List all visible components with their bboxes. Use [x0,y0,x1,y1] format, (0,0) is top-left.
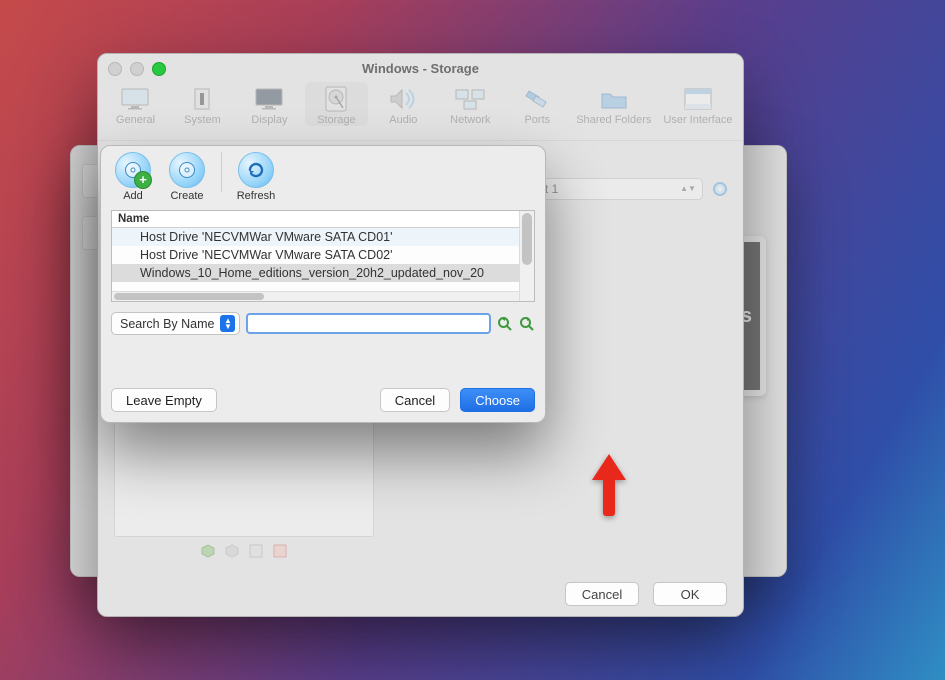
display-icon [255,88,283,110]
create-disk-button[interactable]: Create [161,152,213,202]
add-disk-button[interactable]: + Add [107,152,159,202]
annotation-arrow [592,454,624,518]
choose-disk-icon[interactable] [713,182,727,196]
list-item[interactable]: Windows_10_Home_editions_version_20h2_up… [112,264,519,282]
leave-empty-button[interactable]: Leave Empty [111,388,217,412]
refresh-button[interactable]: Refresh [230,152,282,202]
list-item[interactable]: Host Drive 'NECVMWar VMware SATA CD02' [112,246,519,264]
tab-system[interactable]: System [171,82,234,126]
toolbar-separator [221,152,222,192]
settings-toolbar: General System Display Storage Audio Net… [98,82,743,141]
search-forward-icon[interactable] [519,316,535,332]
tab-shared-folders[interactable]: Shared Folders [573,82,655,126]
combo-arrows-icon: ▲▼ [220,315,235,332]
tab-network[interactable]: Network [439,82,502,126]
list-item[interactable]: Host Drive 'NECVMWar VMware SATA CD01' [112,228,519,246]
add-attachment-icon[interactable] [248,543,264,559]
refresh-icon [246,160,266,180]
titlebar: Windows - Storage [98,54,743,82]
monitor-icon [121,88,149,110]
minimize-window-button[interactable] [130,62,144,76]
h-scrollbar[interactable] [112,291,519,301]
disk-list[interactable]: Name Host Drive 'NECVMWar VMware SATA CD… [111,210,535,302]
window-title: Windows - Storage [362,61,479,76]
tab-display[interactable]: Display [238,82,301,126]
storage-device-actions [114,543,374,559]
tab-user-interface[interactable]: User Interface [659,82,737,126]
search-back-icon[interactable] [497,316,513,332]
ports-icon [524,88,550,110]
plus-badge-icon: + [134,171,152,189]
window-icon [684,88,712,110]
speaker-icon [389,88,417,110]
harddisk-icon [325,86,347,112]
search-input[interactable] [246,313,491,334]
optical-disk-selector-dialog: + Add Create Refresh Name Host Drive 'NE… [100,145,546,423]
tab-ports[interactable]: Ports [506,82,569,126]
settings-cancel-button[interactable]: Cancel [565,582,639,606]
search-mode-combo[interactable]: Search By Name ▲▼ [111,312,240,335]
chip-icon [191,87,213,111]
search-mode-label: Search By Name [120,317,214,331]
add-controller-icon[interactable] [200,543,216,559]
close-window-button[interactable] [108,62,122,76]
remove-controller-icon[interactable] [224,543,240,559]
column-header-name[interactable]: Name [112,211,519,228]
tab-general[interactable]: General [104,82,167,126]
remove-attachment-icon[interactable] [272,543,288,559]
folder-icon [600,88,628,110]
network-icon [455,88,485,110]
v-scrollbar[interactable] [519,211,534,301]
zoom-window-button[interactable] [152,62,166,76]
cancel-button[interactable]: Cancel [380,388,450,412]
disc-icon [178,161,196,179]
desktop: ows Windows - Storage General System [0,0,945,680]
tab-audio[interactable]: Audio [372,82,435,126]
choose-button[interactable]: Choose [460,388,535,412]
tab-storage[interactable]: Storage [305,82,368,126]
settings-ok-button[interactable]: OK [653,582,727,606]
stepper-icon: ▲▼ [682,186,694,192]
